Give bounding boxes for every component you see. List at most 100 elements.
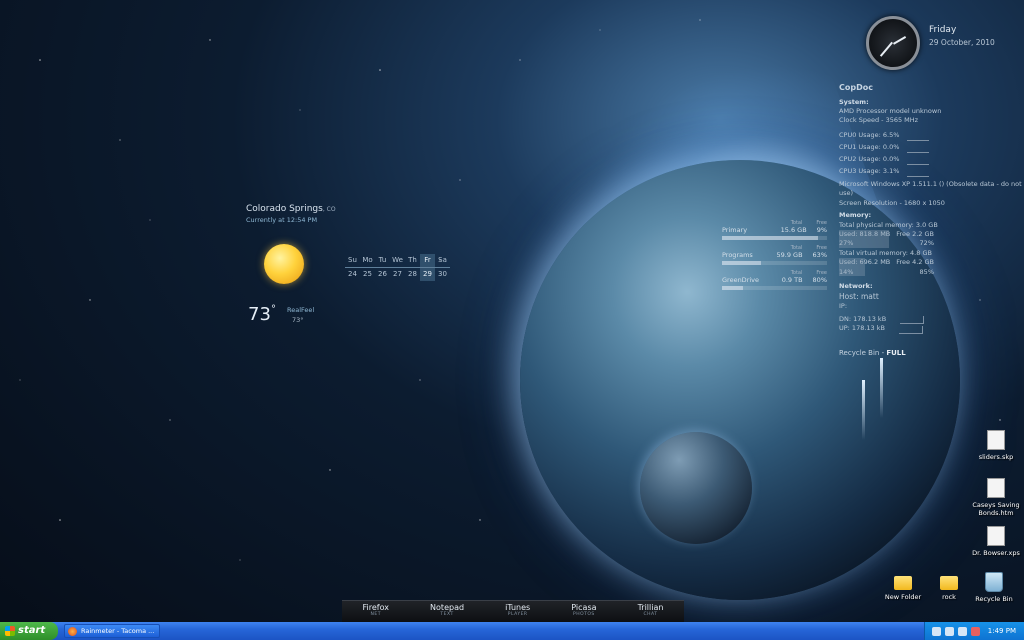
drive-name: Primary: [722, 226, 748, 234]
security-icon[interactable]: [970, 626, 980, 636]
drive-row[interactable]: Total Free Primary 15.6 GB 9%: [722, 220, 827, 240]
cpu-label: CPU0 Usage: 6.5%: [839, 131, 900, 140]
cal-day: Sa: [438, 256, 447, 264]
network-ip: IP:: [839, 302, 848, 311]
upload-speed: UP: 178.13 kB: [839, 324, 885, 333]
taskbar-window-button[interactable]: Rainmeter - Tacoma ...: [64, 624, 160, 638]
cpu-row: CPU1 Usage: 0.0%: [839, 141, 1024, 153]
dock-item-sub: PHOTOS: [572, 612, 595, 617]
dock-firefox[interactable]: Firefox NET: [363, 601, 389, 622]
desktop-icon-sliders[interactable]: sliders.skp: [966, 430, 1024, 461]
weather-widget: Colorado Springs, CO Currently at 12:54 …: [246, 204, 336, 224]
dock-item-sub: NET: [370, 612, 381, 617]
cpu-label: CPU2 Usage: 0.0%: [839, 155, 900, 164]
physical-memory-bar: [839, 229, 889, 248]
firefox-icon: [68, 627, 77, 636]
drive-total: 0.9 TB: [781, 276, 803, 284]
drive-usage-track: [722, 286, 827, 290]
volume-icon[interactable]: [944, 626, 954, 636]
dock-item-name: iTunes: [505, 603, 531, 612]
html-file-icon: [987, 478, 1005, 498]
dock-item-sub: PLAYER: [507, 612, 528, 617]
weather-updated: Currently at 12:54 PM: [246, 216, 318, 224]
ship-trail: [880, 358, 883, 418]
physical-free-pct: 72%: [919, 239, 934, 248]
virtual-memory-block: Used: 696.2 MB Free 4.2 GB 14% 85%: [839, 258, 1024, 277]
dock-trillian[interactable]: Trillian CHAT: [638, 601, 664, 622]
dock-picasa[interactable]: Picasa PHOTOS: [571, 601, 596, 622]
drive-usage-track: [722, 236, 827, 240]
cpu-label: CPU3 Usage: 3.1%: [839, 167, 900, 176]
tray-clock[interactable]: 1:49 PM: [988, 627, 1016, 635]
clock-day: Friday: [929, 25, 957, 35]
os-text: Microsoft Windows XP 1.511.1 () (Obsolet…: [839, 179, 1022, 198]
download-row: DN: 178.13 kB: [839, 315, 1024, 325]
drive-usage-fill: [722, 261, 761, 265]
download-graph: [900, 316, 925, 325]
cal-date: 26: [378, 270, 387, 278]
drive-total: 15.6 GB: [780, 226, 807, 234]
desktop-icon-bonds[interactable]: Caseys Saving Bonds.htm: [966, 478, 1024, 517]
cpu-graph: [907, 133, 930, 141]
physical-memory-block: Used: 818.8 MB Free 2.2 GB 27% 72%: [839, 229, 1024, 249]
processor-text: AMD Processor model unknown: [839, 107, 942, 116]
dock-item-name: Picasa: [571, 603, 597, 612]
cal-date-today: 29: [420, 268, 435, 281]
desktop-icon-recycle-bin[interactable]: Recycle Bin: [964, 572, 1024, 603]
week-calendar: Su Mo Tu We Th Fr Sa 24 25 26 27 28 29 3…: [345, 254, 450, 281]
hour-hand: [893, 36, 907, 45]
recycle-bin-icon: [985, 572, 1003, 592]
dock-notepad[interactable]: Notepad TEXT: [430, 601, 464, 622]
cal-date: 30: [438, 270, 447, 278]
desktop-icon-label: Dr. Bowser.xps: [972, 549, 1020, 557]
physical-total: Total physical memory: 3.0 GB: [839, 220, 938, 229]
start-button[interactable]: start: [0, 622, 58, 640]
drive-name: GreenDrive: [722, 276, 760, 284]
cal-day: We: [392, 256, 403, 264]
windows-logo-icon: [5, 626, 15, 636]
dock-itunes[interactable]: iTunes PLAYER: [505, 601, 530, 622]
drive-usage-fill: [722, 236, 818, 240]
realfeel-label: RealFeel: [287, 306, 315, 314]
cal-date: 24: [348, 270, 357, 278]
system-monitor: CopDoc System: AMD Processor model unkno…: [839, 82, 1024, 358]
start-label: start: [18, 625, 46, 636]
network-icon[interactable]: [957, 626, 967, 636]
drive-row[interactable]: Total Free Programs 59.9 GB 63%: [722, 245, 827, 265]
desktop-icon-label: Recycle Bin: [975, 595, 1013, 603]
desktop-icon-label: sliders.skp: [978, 453, 1014, 461]
cal-day-today: Fr: [420, 254, 435, 267]
weather-state: , CO: [322, 206, 336, 213]
cal-date: 27: [393, 270, 402, 278]
dock-item-sub: CHAT: [643, 612, 658, 617]
virtual-memory-bar: [839, 258, 865, 277]
network-heading: Network:: [839, 282, 873, 291]
cal-day: Tu: [378, 256, 387, 264]
desktop-icon-bowser[interactable]: Dr. Bowser.xps: [966, 526, 1024, 557]
cpu-graph: [907, 145, 930, 153]
taskbar: start Rainmeter - Tacoma ... 1:49 PM: [0, 622, 1024, 640]
weather-city: Colorado Springs: [246, 204, 323, 214]
virtual-free-pct: 85%: [919, 267, 934, 276]
upload-row: UP: 178.13 kB: [839, 324, 1024, 334]
weather-temperature: 73: [248, 304, 271, 325]
cal-day: Mo: [362, 256, 373, 264]
cpu-row: CPU0 Usage: 6.5%: [839, 129, 1024, 141]
dock-item-name: Firefox: [362, 603, 389, 612]
dock-item-name: Notepad: [430, 603, 465, 612]
network-host: Host: matt: [839, 291, 879, 301]
virtual-total: Total virtual memory: 4.8 GB: [839, 248, 932, 257]
xps-file-icon: [987, 526, 1005, 546]
cal-date: 28: [408, 270, 417, 278]
recycle-bin-state: FULL: [886, 348, 906, 357]
recycle-bin-label: Recycle Bin -: [839, 348, 885, 357]
folder-icon: [940, 576, 958, 590]
help-icon[interactable]: [931, 626, 941, 636]
recycle-bin-status[interactable]: Recycle Bin - FULL: [839, 348, 1024, 358]
realfeel-value: 73°: [292, 316, 304, 324]
analog-clock: [866, 16, 920, 70]
cpu-graph: [907, 169, 930, 177]
drive-row[interactable]: Total Free GreenDrive 0.9 TB 80%: [722, 270, 827, 290]
dock-item-sub: TEXT: [440, 612, 454, 617]
physical-free: Free 2.2 GB: [896, 229, 934, 238]
